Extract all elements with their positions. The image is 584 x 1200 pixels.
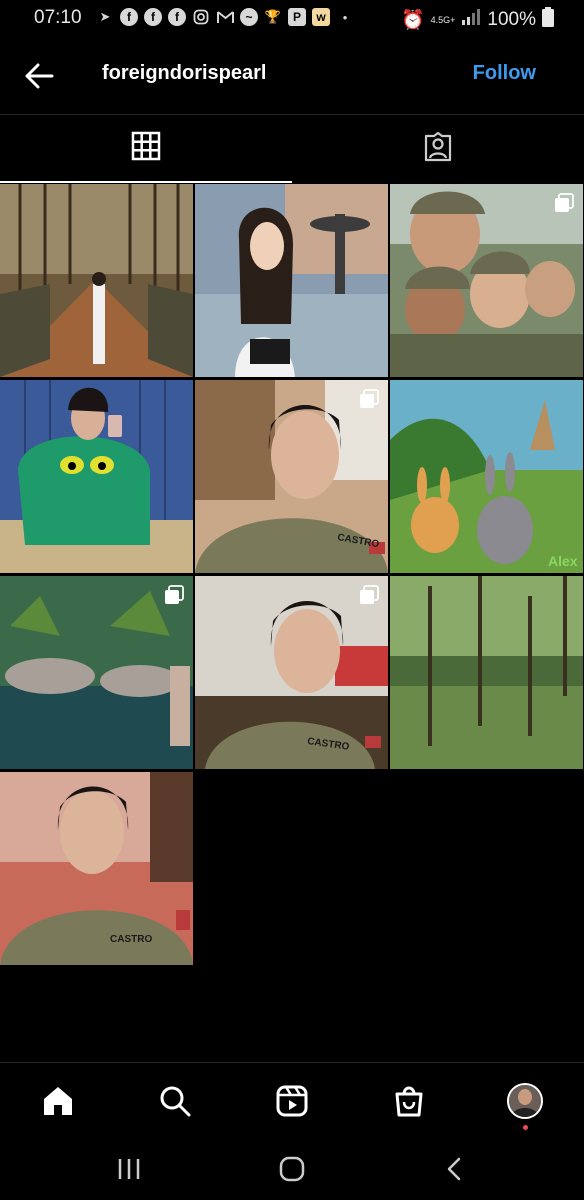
multiple-photos-icon: [359, 389, 379, 409]
tagged-tab[interactable]: [292, 115, 584, 183]
avatar: [507, 1083, 543, 1119]
p-app-icon: P: [288, 8, 306, 26]
battery-percent: 100%: [487, 9, 536, 30]
post-thumbnail[interactable]: [0, 184, 193, 377]
profile-username: foreigndorispearl: [102, 62, 267, 84]
home-button-icon[interactable]: [277, 1154, 307, 1184]
telegram-icon: ➤: [99, 9, 111, 24]
facebook-icon: f: [120, 8, 138, 26]
trophy-icon: 🏆: [264, 9, 282, 24]
grid-icon: [131, 131, 161, 166]
profile-tabs: [0, 114, 584, 183]
post-thumbnail[interactable]: CASTRO: [195, 576, 388, 769]
notification-dot: [523, 1125, 528, 1130]
shop-icon[interactable]: [389, 1081, 429, 1121]
uniform-closeup-photo: CASTRO: [0, 772, 193, 965]
posts-grid-tab[interactable]: [0, 115, 292, 183]
profile-header: foreigndorispearl Follow: [0, 40, 584, 112]
follow-button[interactable]: Follow: [473, 62, 536, 85]
recent-apps-icon[interactable]: [114, 1154, 144, 1184]
post-thumbnail[interactable]: [390, 576, 583, 769]
post-thumbnail[interactable]: [390, 184, 583, 377]
post-thumbnail[interactable]: CASTRO: [195, 380, 388, 573]
network-label: 4.5G+: [430, 14, 456, 25]
battery-icon: [542, 7, 554, 33]
fountain-photo: [195, 184, 388, 377]
facebook-icon: f: [168, 8, 186, 26]
instagram-icon: [192, 8, 210, 26]
messenger-icon: ~: [240, 8, 258, 26]
reels-icon[interactable]: [272, 1081, 312, 1121]
post-thumbnail[interactable]: [0, 576, 193, 769]
profile-avatar[interactable]: [505, 1081, 545, 1130]
post-thumbnail[interactable]: Alex: [390, 380, 583, 573]
svg-text:CASTRO: CASTRO: [110, 934, 152, 945]
alarm-icon: ⏰: [400, 10, 425, 31]
post-thumbnail[interactable]: CASTRO: [0, 772, 193, 965]
grinch-sweater-photo: [0, 380, 193, 573]
back-button-icon[interactable]: [440, 1154, 470, 1184]
post-thumbnail[interactable]: [195, 184, 388, 377]
status-time: 07:10: [34, 7, 82, 28]
multiple-photos-icon: [554, 193, 574, 213]
search-icon[interactable]: [155, 1081, 195, 1121]
w-app-icon: w: [312, 8, 330, 26]
facebook-icon: f: [144, 8, 162, 26]
gmail-icon: [216, 8, 234, 26]
forest-path-photo: [0, 184, 193, 377]
status-right: ⏰ 4.5G+ 100%: [401, 7, 554, 33]
bottom-navigation: [0, 1062, 584, 1137]
multiple-photos-icon: [359, 585, 379, 605]
status-bar: 07:10 ➤ f f f ~ 🏆 P w • ⏰ 4.5G+ 100%: [0, 0, 584, 36]
signal-icon: [461, 9, 481, 31]
notification-icons: ➤ f f f ~ 🏆 P w •: [96, 8, 354, 26]
green-forest-photo: [390, 576, 583, 769]
back-arrow-icon[interactable]: [22, 58, 58, 94]
dot-icon: •: [342, 9, 348, 25]
multiple-photos-icon: [164, 585, 184, 605]
post-thumbnail[interactable]: [0, 380, 193, 573]
cartoon-rabbits-image: Alex: [390, 380, 583, 573]
home-icon[interactable]: [38, 1081, 78, 1121]
post-overlay-text: Alex: [548, 553, 578, 569]
tagged-person-icon: [422, 131, 454, 168]
system-navigation: [0, 1136, 584, 1200]
